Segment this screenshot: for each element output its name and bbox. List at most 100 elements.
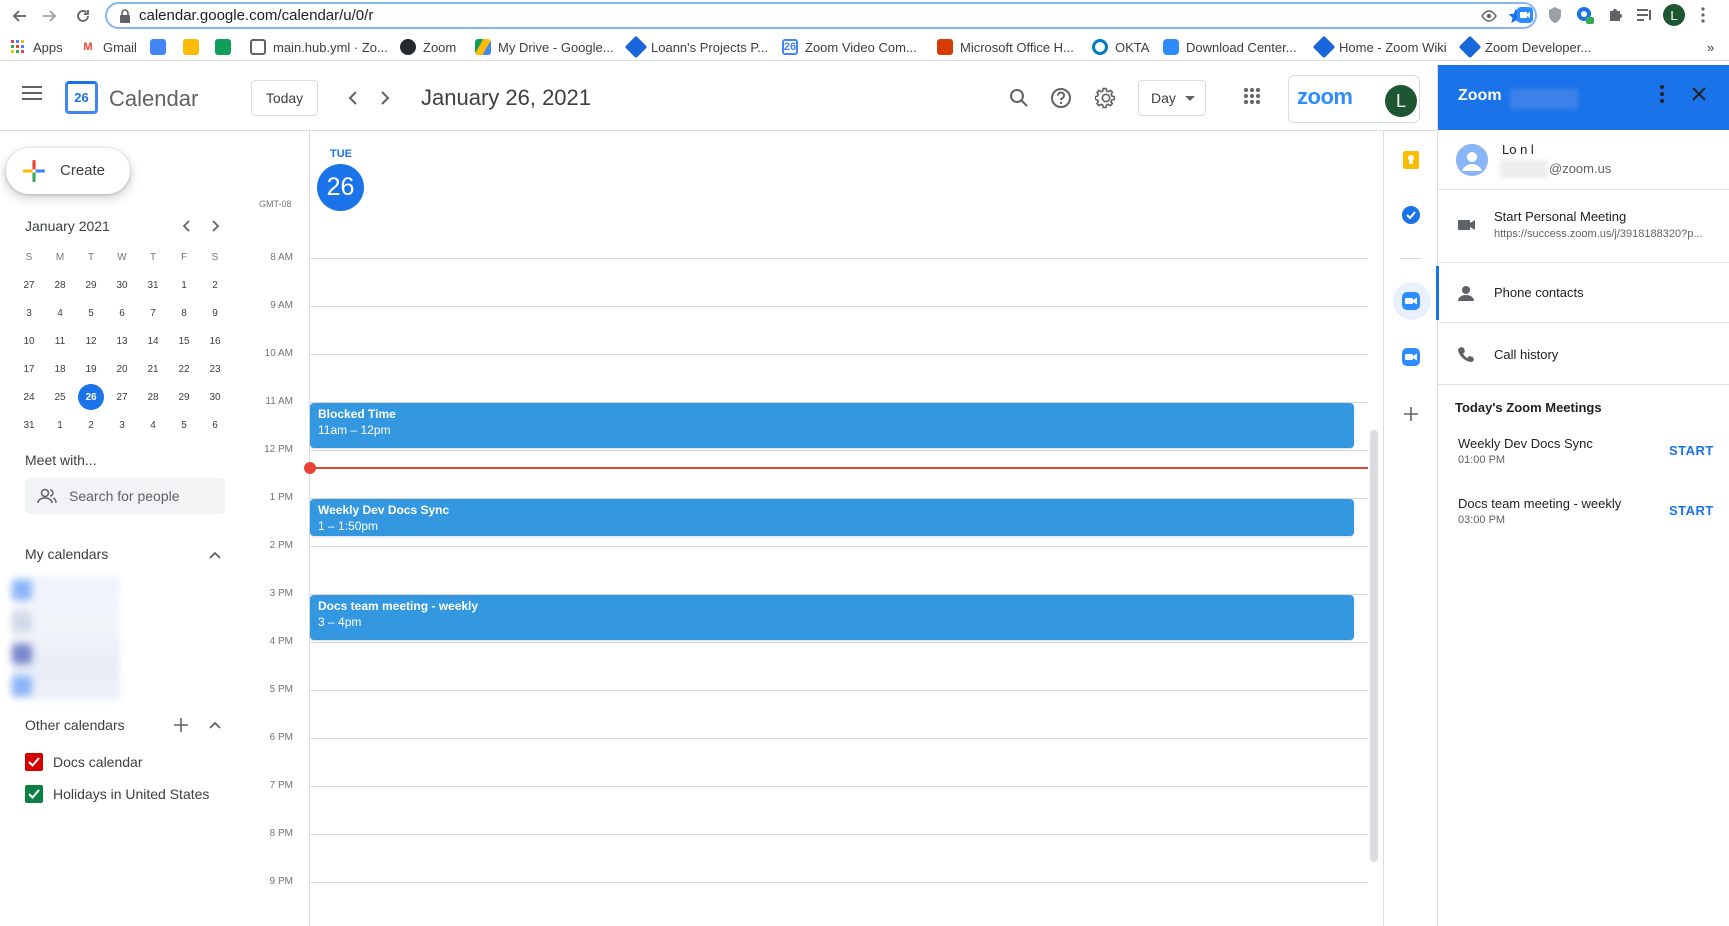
mini-day[interactable]: 13 [109, 328, 135, 354]
zoom-scheduler-icon[interactable] [1399, 345, 1423, 369]
other-calendars-collapse-icon[interactable] [205, 715, 225, 735]
address-bar[interactable]: calendar.google.com/calendar/u/0/r [105, 2, 1537, 29]
settings-gear-icon[interactable] [1093, 85, 1119, 111]
scrollbar[interactable] [1370, 430, 1378, 862]
mini-day[interactable]: 30 [202, 384, 228, 410]
mini-day[interactable]: 19 [78, 356, 104, 382]
mini-day[interactable]: 5 [78, 300, 104, 326]
mini-day[interactable]: 18 [47, 356, 73, 382]
help-icon[interactable] [1048, 85, 1074, 111]
mini-day[interactable]: 5 [171, 412, 197, 438]
bookmark-4[interactable] [215, 37, 238, 57]
phone-contacts[interactable]: Phone contacts [1436, 263, 1729, 323]
bookmark-9[interactable]: 26 Zoom Video Com... [782, 37, 917, 57]
bookmark-12[interactable]: Download Center... [1163, 37, 1297, 57]
forward-arrow-icon[interactable] [37, 4, 61, 28]
mini-day[interactable]: 27 [109, 384, 135, 410]
mini-day[interactable]: 22 [171, 356, 197, 382]
other-calendar-item[interactable]: Holidays in United States [25, 783, 209, 805]
mini-day[interactable]: 15 [171, 328, 197, 354]
mini-day[interactable]: 29 [171, 384, 197, 410]
add-calendar-plus-icon[interactable] [171, 715, 191, 735]
reading-list-icon[interactable] [1634, 4, 1656, 26]
mini-day[interactable]: 11 [47, 328, 73, 354]
mini-day[interactable]: 9 [202, 300, 228, 326]
mini-day[interactable]: 6 [202, 412, 228, 438]
mini-day[interactable]: 8 [171, 300, 197, 326]
bookmark-8[interactable]: Loann's Projects P... [624, 35, 768, 59]
mini-day[interactable]: 4 [140, 412, 166, 438]
browser-menu-icon[interactable] [1692, 4, 1714, 26]
bookmark-6[interactable]: Zoom [400, 37, 456, 57]
start-meeting-button[interactable]: START [1669, 503, 1714, 518]
keep-icon[interactable] [1399, 148, 1423, 172]
day-time-grid[interactable]: 8 AM 9 AM 10 AM 11 AM 12 PM 1 PM 2 PM 3 PM 4 PM 5… [258, 130, 1368, 926]
reload-icon[interactable] [71, 4, 95, 28]
mini-day[interactable]: 28 [47, 272, 73, 298]
mini-next-chevron-icon[interactable] [206, 216, 226, 236]
mini-day[interactable]: 3 [16, 300, 42, 326]
mini-day[interactable]: 16 [202, 328, 228, 354]
view-select[interactable]: Day [1138, 80, 1206, 116]
mini-day[interactable]: 1 [171, 272, 197, 298]
bookmark-14[interactable]: Zoom Developer... [1458, 35, 1591, 59]
mini-day[interactable]: 25 [47, 384, 73, 410]
bookmark-11[interactable]: OKTA [1092, 37, 1149, 57]
mini-day[interactable]: 31 [140, 272, 166, 298]
mini-day[interactable]: 30 [109, 272, 135, 298]
mini-day[interactable]: 6 [109, 300, 135, 326]
zoom-addon-icon[interactable] [1399, 289, 1423, 313]
mini-day[interactable]: 4 [47, 300, 73, 326]
mini-day[interactable]: 2 [78, 412, 104, 438]
bookmark-0[interactable]: Apps [10, 37, 63, 57]
mini-day[interactable]: 12 [78, 328, 104, 354]
bookmark-13[interactable]: Home - Zoom Wiki [1312, 35, 1447, 59]
account-avatar[interactable]: L [1385, 85, 1417, 117]
mini-day[interactable]: 26 [78, 384, 104, 410]
tasks-icon[interactable] [1399, 203, 1423, 227]
mini-day[interactable]: 7 [140, 300, 166, 326]
profile-avatar[interactable]: L [1663, 4, 1685, 26]
bookmark-10[interactable]: Microsoft Office H... [937, 37, 1074, 57]
start-meeting-button[interactable]: START [1669, 443, 1714, 458]
more-bookmarks-chevron-icon[interactable]: » [1707, 37, 1714, 57]
mini-day[interactable]: 10 [16, 328, 42, 354]
shield-extension-icon[interactable] [1544, 4, 1566, 26]
mini-day[interactable]: 28 [140, 384, 166, 410]
my-calendars-header[interactable]: My calendars [25, 546, 108, 562]
day-number-badge[interactable]: 26 [317, 164, 364, 211]
puzzle-extension-icon[interactable] [1604, 4, 1626, 26]
mini-day[interactable]: 23 [202, 356, 228, 382]
mini-day[interactable]: 21 [140, 356, 166, 382]
previous-day-chevron-icon[interactable] [341, 86, 365, 110]
mini-day[interactable]: 17 [16, 356, 42, 382]
call-history[interactable]: Call history [1438, 323, 1729, 385]
mini-day[interactable]: 31 [16, 412, 42, 438]
bookmark-3[interactable] [183, 37, 206, 57]
back-arrow-icon[interactable] [8, 4, 32, 28]
mini-prev-chevron-icon[interactable] [176, 216, 196, 236]
eye-icon[interactable] [1481, 8, 1497, 29]
my-calendars-collapse-icon[interactable] [205, 545, 225, 565]
bookmark-1[interactable]: M Gmail [80, 37, 137, 57]
mini-day[interactable]: 27 [16, 272, 42, 298]
mini-day[interactable]: 2 [202, 272, 228, 298]
calendar-event[interactable]: Blocked Time 11am – 12pm [310, 403, 1354, 448]
checkbox-checked-icon[interactable] [25, 753, 43, 771]
mini-day[interactable]: 29 [78, 272, 104, 298]
calendar-event[interactable]: Docs team meeting - weekly 3 – 4pm [310, 595, 1354, 640]
zoom-extension-icon[interactable] [1514, 4, 1536, 26]
start-personal-meeting[interactable]: Start Personal Meeting https://success.z… [1438, 191, 1729, 263]
chat-extension-icon[interactable] [1574, 4, 1596, 26]
next-day-chevron-icon[interactable] [373, 86, 397, 110]
mini-day[interactable]: 20 [109, 356, 135, 382]
bookmark-7[interactable]: My Drive - Google... [475, 37, 614, 57]
personal-meeting-link[interactable]: https://success.zoom.us/j/3918188320?p..… [1494, 228, 1714, 240]
google-apps-grid-icon[interactable] [1243, 87, 1261, 110]
bookmark-5[interactable]: main.hub.yml · Zo... [250, 37, 388, 57]
bookmark-2[interactable] [150, 37, 173, 57]
other-calendar-item[interactable]: Docs calendar [25, 751, 143, 773]
calendar-event[interactable]: Weekly Dev Docs Sync 1 – 1:50pm [310, 499, 1354, 536]
hamburger-menu-icon[interactable] [22, 85, 42, 106]
mini-day[interactable]: 24 [16, 384, 42, 410]
